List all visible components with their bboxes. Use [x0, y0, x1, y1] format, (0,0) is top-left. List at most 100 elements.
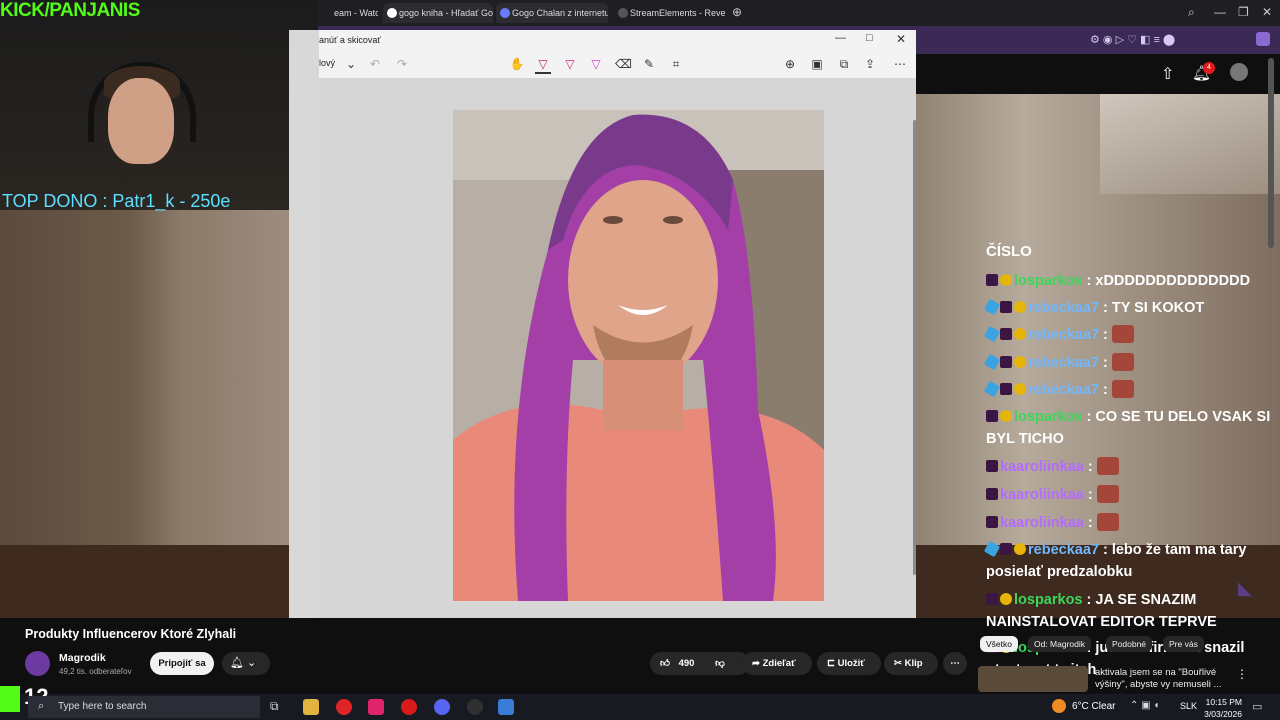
chat-username[interactable]: rebeckaa7	[1028, 542, 1099, 558]
coin-badge-icon[interactable]	[1000, 593, 1012, 605]
coin-badge-icon[interactable]	[1000, 410, 1012, 422]
coin-badge-icon[interactable]	[1000, 274, 1012, 286]
recommended-title[interactable]: aktivala jsem se na "Bouřlivé výšiny", a…	[1095, 667, 1245, 691]
task-view-icon[interactable]: ⧉	[270, 699, 286, 715]
coin-badge-icon[interactable]	[1014, 356, 1026, 368]
viewer-vertical-scrollbar[interactable]	[913, 120, 916, 575]
channel-avatar[interactable]	[25, 651, 50, 676]
save-icon[interactable]: ▣	[809, 56, 825, 72]
ruler-icon[interactable]: ✎	[641, 56, 657, 72]
clip-button[interactable]: ✂ Klip	[884, 652, 938, 675]
search-tabs-icon[interactable]: ⌕	[1188, 5, 1195, 20]
page-scrollbar[interactable]	[1268, 58, 1274, 248]
chat-username[interactable]: losparkos	[1014, 273, 1083, 289]
purple-badge-icon[interactable]	[986, 593, 998, 605]
chevron-down-icon[interactable]: ⌄	[343, 56, 359, 72]
minimize-icon[interactable]: —	[1214, 5, 1226, 19]
touch-write-icon[interactable]: ✋	[509, 56, 525, 72]
share-icon[interactable]: ⇪	[862, 56, 878, 72]
purple-badge-icon[interactable]	[986, 516, 998, 528]
purple-badge-icon[interactable]	[1000, 383, 1012, 395]
weather-icon[interactable]	[1052, 699, 1066, 713]
filter-chip[interactable]: Všetko	[980, 636, 1018, 652]
cube-badge-icon[interactable]	[983, 325, 1001, 343]
discord-icon[interactable]	[434, 699, 450, 715]
viewer-minimize-icon[interactable]: —	[835, 32, 846, 44]
undo-icon[interactable]: ↶	[367, 56, 383, 72]
browser-tab[interactable]: gogo kniha - Hľadať Goo	[383, 3, 493, 23]
chat-text: :	[1102, 382, 1108, 398]
browser-tab[interactable]: eam - Watch l	[318, 3, 378, 23]
cube-badge-icon[interactable]	[983, 380, 1001, 398]
browser-tab[interactable]: StreamElements - Revenu	[614, 3, 726, 23]
obs-icon[interactable]	[467, 699, 483, 715]
purple-badge-icon[interactable]	[986, 410, 998, 422]
system-tray-icons[interactable]: ⌃ ▣ ◖	[1130, 700, 1159, 711]
cube-badge-icon[interactable]	[983, 353, 1001, 371]
opera-gx-icon[interactable]	[401, 699, 417, 715]
purple-badge-icon[interactable]	[986, 274, 998, 286]
zoom-in-icon[interactable]: ⊕	[782, 56, 798, 72]
chat-username[interactable]: kaaroliinkaa	[1000, 487, 1084, 503]
chat-username[interactable]: rebeckaa7	[1028, 382, 1099, 398]
purple-badge-icon[interactable]	[986, 460, 998, 472]
coin-badge-icon[interactable]	[1014, 543, 1026, 555]
more-vert-icon[interactable]: ⋮	[1236, 667, 1248, 681]
eraser-icon[interactable]: ⌫	[615, 56, 632, 72]
chat-username[interactable]: losparkos	[1014, 592, 1083, 608]
purple-badge-icon[interactable]	[1000, 301, 1012, 313]
pen-red-icon[interactable]: ▽	[535, 56, 551, 74]
new-tab-icon[interactable]: ⊕	[732, 5, 742, 19]
notification-center-icon[interactable]: ▭	[1252, 700, 1262, 713]
like-icon[interactable]: 👍︎	[660, 658, 670, 669]
purple-badge-icon[interactable]	[1000, 356, 1012, 368]
save-button[interactable]: ⊏ Uložiť	[817, 652, 881, 675]
join-button[interactable]: Pripojiť sa	[150, 652, 214, 675]
cube-badge-icon[interactable]	[983, 540, 1001, 558]
avatar[interactable]	[1230, 63, 1248, 81]
coin-badge-icon[interactable]	[1014, 301, 1026, 313]
copy-icon[interactable]: ⧉	[836, 56, 852, 72]
viewer-close-icon[interactable]: ✕	[896, 32, 906, 46]
chat-username[interactable]: losparkos	[1014, 409, 1083, 425]
purple-badge-icon[interactable]	[1000, 328, 1012, 340]
recommended-thumbnail[interactable]	[978, 666, 1088, 692]
chat-username[interactable]: kaaroliinkaa	[1000, 459, 1084, 475]
channel-name[interactable]: Magrodik	[59, 652, 106, 664]
coin-badge-icon[interactable]	[1014, 383, 1026, 395]
filter-chip[interactable]: Od: Magrodik	[1028, 636, 1092, 652]
filter-chip[interactable]: Podobné	[1106, 636, 1153, 652]
restore-icon[interactable]: ❐	[1238, 5, 1249, 19]
chat-username[interactable]: rebeckaa7	[1028, 355, 1099, 371]
purple-badge-icon[interactable]	[1000, 543, 1012, 555]
filter-chip[interactable]: Pre vás	[1163, 636, 1204, 652]
language-indicator[interactable]: SLK	[1180, 701, 1197, 711]
dislike-icon[interactable]: 👎︎	[715, 658, 725, 669]
subscribe-bell-button[interactable]: 🔔︎ ⌄	[222, 652, 270, 675]
chat-username[interactable]: rebeckaa7	[1028, 327, 1099, 343]
pen-magenta-icon[interactable]: ▽	[562, 56, 578, 72]
redo-icon[interactable]: ↷	[394, 56, 410, 72]
extensions-icons[interactable]: ⚙ ◉ ▷ ♡ ◧ ≡ ⬤	[1090, 33, 1175, 46]
crop-icon[interactable]: ⌗	[668, 56, 684, 72]
coin-badge-icon[interactable]	[1014, 328, 1026, 340]
chat-username[interactable]: kaaroliinkaa	[1000, 515, 1084, 531]
file-explorer-icon[interactable]	[303, 699, 319, 715]
browser-tab[interactable]: Gogo Chalan z internetu	[496, 3, 608, 23]
more-actions-button[interactable]: ⋯	[943, 652, 967, 675]
chat-username[interactable]: rebeckaa7	[1028, 300, 1099, 316]
share-button[interactable]: ➦ Zdieľať	[742, 652, 812, 675]
taskbar-clock[interactable]: 10:15 PM 3/03/2026	[1202, 696, 1242, 720]
tiktok-icon[interactable]	[368, 699, 384, 715]
opera-icon[interactable]	[336, 699, 352, 715]
close-icon[interactable]: ✕	[1262, 5, 1272, 19]
purple-badge-icon[interactable]	[986, 488, 998, 500]
pen-pink-icon[interactable]: ▽	[588, 56, 604, 72]
viewer-maximize-icon[interactable]: □	[866, 32, 873, 44]
paint-icon[interactable]	[498, 699, 514, 715]
more-icon[interactable]: ⋯	[892, 56, 908, 72]
upload-icon[interactable]: ⇧	[1161, 64, 1174, 84]
profile-icon[interactable]	[1256, 32, 1270, 46]
weather-text[interactable]: 6°C Clear	[1072, 701, 1115, 712]
cube-badge-icon[interactable]	[983, 298, 1001, 316]
